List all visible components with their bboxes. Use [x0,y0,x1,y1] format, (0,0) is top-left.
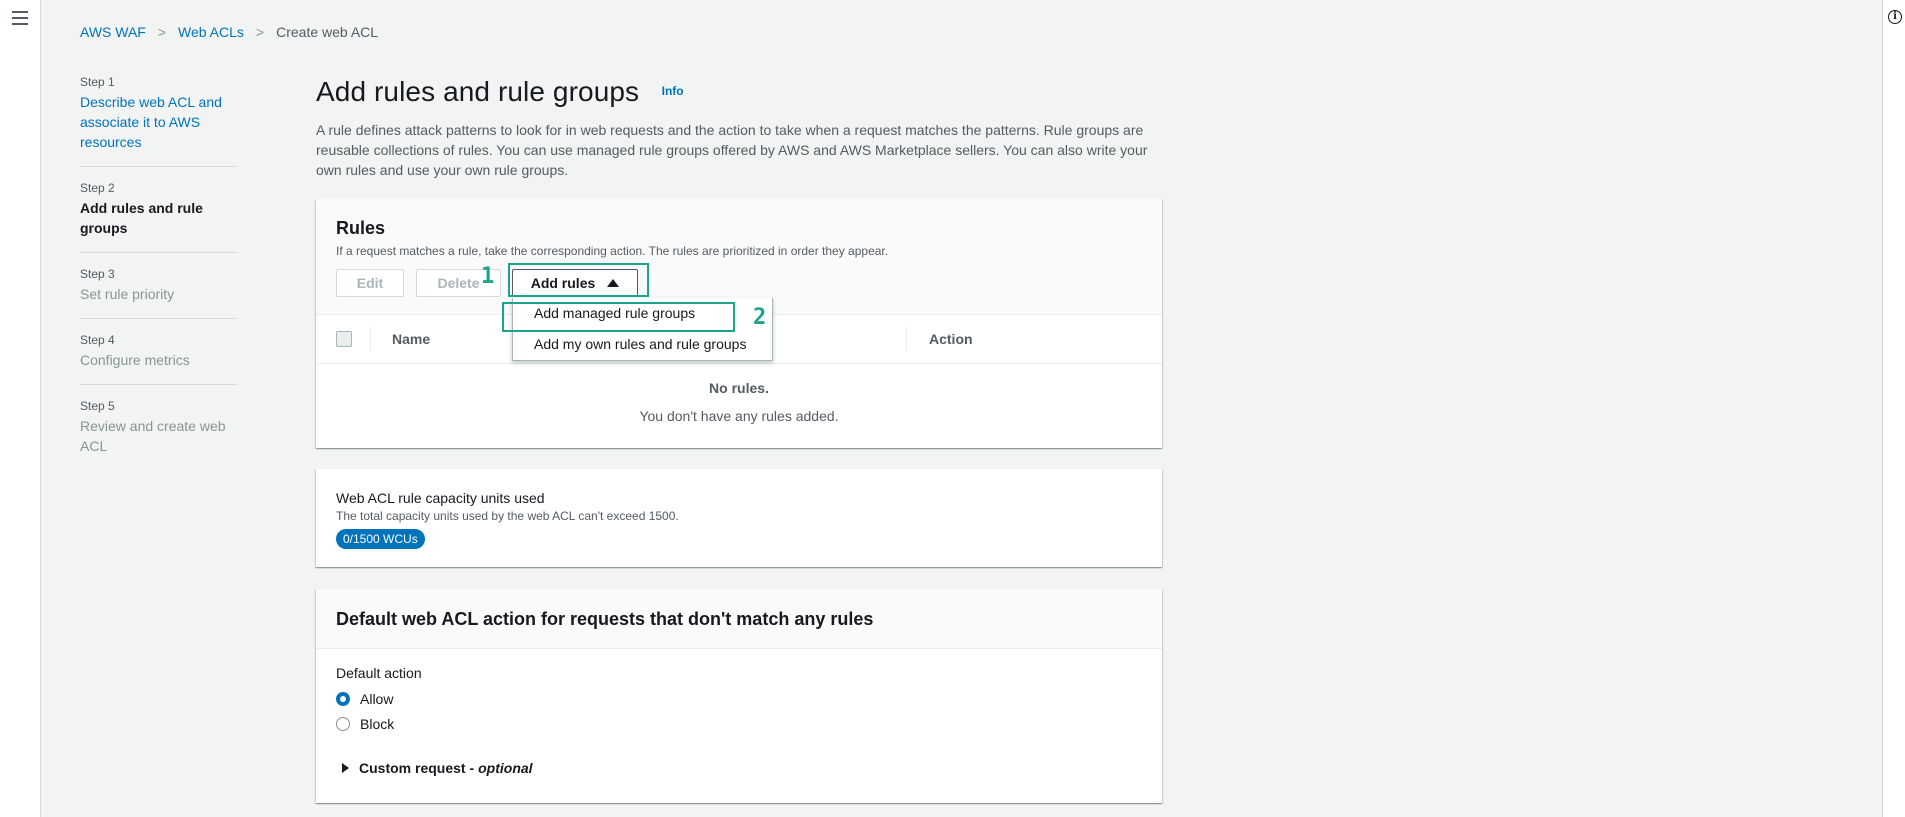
page-title: Add rules and rule groups [316,76,640,107]
breadcrumb-web-acls[interactable]: Web ACLs [178,24,244,40]
step-1-link[interactable]: Describe web ACL and associate it to AWS… [80,92,237,152]
rules-description: If a request matches a rule, take the co… [336,244,889,258]
caret-right-icon [342,763,349,773]
caret-up-icon [607,279,620,287]
custom-request-label: Custom request - [359,760,475,776]
select-all-checkbox[interactable] [336,331,352,347]
empty-state: No rules. You don't have any rules added… [316,364,1162,424]
step-3: Step 3 Set rule priority [80,267,237,319]
info-circle-icon[interactable]: i [1888,10,1902,24]
menu-item-add-own-rules[interactable]: Add my own rules and rule groups [513,329,772,360]
empty-title: No rules. [709,380,769,396]
breadcrumb-aws-waf[interactable]: AWS WAF [80,24,146,40]
optional-label: optional [478,760,533,776]
right-help-rail: i [1882,0,1905,817]
breadcrumb-current: Create web ACL [276,24,379,40]
annotation-marker-2: 2 [753,305,767,330]
radio-unchecked-icon [336,717,350,731]
wcu-description: The total capacity units used by the web… [336,509,679,523]
default-action-panel: Default web ACL action for requests that… [316,589,1162,803]
custom-request-expander[interactable]: Custom request - optional [342,760,533,776]
step-2: Step 2 Add rules and rule groups [80,181,237,253]
step-4: Step 4 Configure metrics [80,333,237,385]
column-header-name[interactable]: Name [392,331,430,347]
step-2-current: Add rules and rule groups [80,200,203,236]
wizard-steps: Step 1 Describe web ACL and associate it… [80,75,237,484]
radio-block-label: Block [360,716,395,732]
step-number: Step 4 [80,333,115,347]
wcu-badge: 0/1500 WCUs [336,529,425,549]
info-link[interactable]: Info [662,84,684,98]
column-header-action[interactable]: Action [929,331,973,347]
empty-subtitle: You don't have any rules added. [639,408,839,424]
rules-title: Rules [336,218,386,238]
step-5: Step 5 Review and create web ACL [80,399,237,470]
wcu-title: Web ACL rule capacity units used [336,490,545,506]
add-rules-label: Add rules [530,275,596,291]
chevron-right-icon: > [255,24,265,40]
step-number: Step 1 [80,75,115,89]
radio-allow-label: Allow [360,691,394,707]
step-4-title: Configure metrics [80,352,190,368]
wcu-panel: Web ACL rule capacity units used The tot… [316,469,1162,567]
default-action-title: Default web ACL action for requests that… [336,609,874,629]
step-number: Step 3 [80,267,115,281]
column-divider [370,327,371,351]
radio-allow[interactable]: Allow [336,691,393,707]
step-1: Step 1 Describe web ACL and associate it… [80,75,237,167]
default-action-label: Default action [336,665,422,681]
default-action-header: Default web ACL action for requests that… [316,589,1162,649]
hamburger-menu-icon[interactable] [12,11,28,25]
radio-block[interactable]: Block [336,716,394,732]
step-number: Step 2 [80,181,115,195]
main-content: Add rules and rule groups Info A rule de… [316,76,1162,180]
chevron-right-icon: > [157,24,167,40]
add-rules-dropdown: Add managed rule groups Add my own rules… [512,298,773,361]
column-divider [906,327,907,351]
left-navigation-rail [0,0,41,817]
add-rules-button[interactable]: Add rules [512,269,638,297]
step-number: Step 5 [80,399,115,413]
radio-checked-icon [336,692,350,706]
menu-item-add-managed-rule-groups[interactable]: Add managed rule groups [513,298,772,329]
annotation-marker-1: 1 [481,264,495,289]
breadcrumb: AWS WAF > Web ACLs > Create web ACL [80,24,378,40]
step-3-title: Set rule priority [80,286,175,302]
step-5-title: Review and create web ACL [80,418,226,454]
edit-button[interactable]: Edit [336,269,404,297]
page-description: A rule defines attack patterns to look f… [316,122,1148,178]
